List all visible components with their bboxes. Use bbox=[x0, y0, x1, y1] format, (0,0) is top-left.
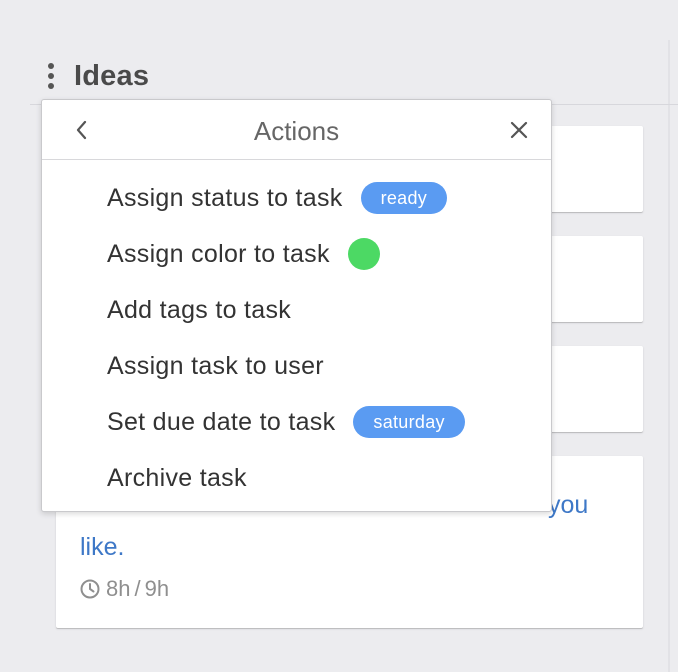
status-badge: ready bbox=[360, 182, 448, 214]
action-assign-color[interactable]: Assign color to task bbox=[42, 226, 551, 282]
action-assign-status[interactable]: Assign status to task ready bbox=[42, 170, 551, 226]
color-dot bbox=[347, 238, 380, 270]
action-label: Assign status to task bbox=[107, 183, 343, 212]
action-label: Assign task to user bbox=[107, 351, 324, 380]
task-card-time: 8h / 9h bbox=[80, 576, 169, 602]
action-label: Assign color to task bbox=[107, 239, 330, 268]
action-list: Assign status to task ready Assign color… bbox=[42, 170, 551, 506]
time-spent: 8h bbox=[106, 576, 131, 601]
action-set-due-date[interactable]: Set due date to task saturday bbox=[42, 394, 551, 450]
actions-popup: Actions Assign status to task ready Assi… bbox=[41, 99, 552, 512]
close-icon[interactable] bbox=[507, 118, 531, 142]
column-header: Ideas bbox=[44, 54, 149, 98]
column-divider bbox=[668, 40, 670, 672]
drag-handle-icon[interactable] bbox=[44, 62, 58, 90]
action-assign-user[interactable]: Assign task to user bbox=[42, 338, 551, 394]
popup-title: Actions bbox=[253, 116, 340, 146]
column-title: Ideas bbox=[74, 59, 150, 92]
task-card-text-line1: you bbox=[548, 491, 589, 519]
time-estimate: 9h bbox=[144, 576, 170, 601]
action-label: Archive task bbox=[107, 463, 247, 492]
action-add-tags[interactable]: Add tags to task bbox=[42, 282, 551, 338]
action-label: Add tags to task bbox=[107, 295, 292, 324]
time-separator: / bbox=[134, 576, 141, 601]
due-date-badge: saturday bbox=[353, 406, 465, 438]
action-label: Set due date to task bbox=[107, 407, 336, 436]
task-card-text-line2: like. bbox=[80, 533, 125, 561]
clock-icon bbox=[80, 579, 100, 599]
popup-header: Actions bbox=[42, 100, 551, 160]
action-archive-task[interactable]: Archive task bbox=[42, 450, 551, 506]
